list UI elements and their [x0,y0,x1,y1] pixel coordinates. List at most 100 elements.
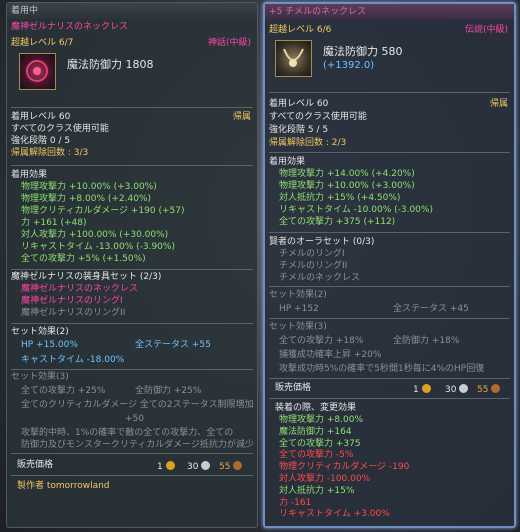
necklace-item-icon[interactable] [19,53,56,90]
price-gold: 1 [157,461,175,472]
set-item: チメルのネックレス [279,273,361,283]
silver-coin-icon [201,461,211,470]
copper-coin-icon [233,461,243,470]
equipped-item-tooltip: 着用中 魔神ゼルナリスのネックレス 超越レベル 6/7 神話(中級) 魔法防御力… [6,2,258,528]
effect-line: 物理攻撃力 +14.00% (+4.20%) [279,169,415,179]
item-name: +5 チメルのネックレス [269,7,367,17]
price-gold: 1 [413,384,431,395]
price-copper: 55 [219,461,243,472]
change-effect-line: リキャストタイム +3.00% [279,509,390,520]
copper-amount: 55 [477,385,489,395]
price-silver: 30 [445,384,469,395]
set-title: 賢者のオーラセット (0/3) [269,237,375,247]
divider [269,92,510,93]
change-effect-line: 全ての攻撃力 -5% [279,450,354,461]
sell-price-label: 販売価格 [275,383,312,393]
set-effect-line: 攻撃的中時、1%の確率で敵の全ての攻撃力、全ての [21,428,234,438]
change-effect-line: 物理攻撃力 +8.00% [279,415,363,425]
divider [11,107,253,108]
change-effects-title: 装着の際、変更効果 [275,403,357,413]
divider [269,318,510,319]
set-effect-2-title: セット効果(2) [11,327,69,337]
enhance-stage: 強化段階 0 / 5 [11,136,71,146]
divider [11,323,253,324]
divider [269,286,510,287]
divider [269,378,510,379]
set-item: 魔神ゼルナリスのネックレス [21,284,139,294]
bound-status: 帰属 [489,99,508,109]
set-effect-line: 防御力及びモンスタークリティカルダメージ抵抗力が減少 [21,440,254,450]
copper-amount: 55 [219,462,231,472]
set-effect-line: +50 [125,414,144,424]
enhance-stage: 強化段階 5 / 5 [269,125,329,135]
divider [269,398,510,399]
item-name: 魔神ゼルナリスのネックレス [11,22,129,32]
unbind-count: 帰属解除回数 : 2/3 [269,138,347,148]
wear-effects-title: 着用効果 [11,170,48,180]
necklace-icon [26,60,48,82]
divider [11,453,253,454]
divider [269,232,510,233]
price-copper: 55 [477,384,501,395]
effect-line: 力 +161 (+48) [21,218,87,228]
wear-level: 着用レベル 60 [269,99,329,109]
set-title: 魔神ゼルナリスの装身具セット (2/3) [11,272,162,282]
divider [11,475,253,476]
divider [11,369,253,370]
wear-effects-title: 着用効果 [269,157,306,167]
set-effect-2-title: セット効果(2) [269,290,327,300]
effect-line: 物理攻撃力 +8.00% (+2.40%) [21,194,152,204]
tooltip-header [7,3,257,19]
effect-line: 物理クリティカルダメージ +190 (+57) [21,206,185,216]
item-grade: 伝説(中級) [464,25,508,35]
set-item: 魔神ゼルナリスのリングI [21,296,123,306]
divider [11,165,253,166]
set-effect-line: HP +15.00% [21,340,78,350]
set-effect-line: 全ステータス +55 [135,340,211,350]
transcend-level: 超越レベル 6/6 [269,25,332,35]
transcend-level: 超越レベル 6/7 [11,38,74,48]
effect-line: 全ての攻撃力 +375 (+112) [279,217,396,227]
unbind-count: 帰属解除回数 : 3/3 [11,148,89,158]
change-effect-line: 対人抵抗力 +15% [279,485,355,496]
set-item: 魔神ゼルナリスのリングII [21,308,126,318]
divider [269,152,510,153]
gold-coin-icon [165,461,175,470]
silver-amount: 30 [445,385,457,395]
set-item: チメルのリングI [279,249,345,259]
set-effect-3-title: セット効果(3) [11,372,69,382]
effect-line: 対人抵抗力 +15% (+4.50%) [279,193,401,203]
set-effect-line: 攻撃成功時5%の確率で5秒間1秒毎に4%のHP回復 [279,364,485,374]
compare-item-tooltip: +5 チメルのネックレス 超越レベル 6/6 伝説(中級) 魔法防御力 580 … [263,2,516,528]
gold-coin-icon [421,384,431,393]
class-restriction: すべてのクラス使用可能 [11,124,109,134]
set-item: チメルのリングII [279,261,348,271]
necklace-icon [283,48,304,67]
copper-coin-icon [491,384,501,393]
bound-status: 帰属 [232,112,251,122]
change-effect-line: 魔法防御力 +164 [279,426,352,437]
set-effect-line: 全ての攻撃力 +18% [279,336,364,346]
effect-line: 物理攻撃力 +10.00% (+3.00%) [279,181,415,191]
set-effect-line: 全てのクリティカルダメージ 全ての2ステータス制限増加 [21,400,254,410]
effect-line: リキャストタイム -13.00% (-3.90%) [21,242,175,252]
effect-line: 物理攻撃力 +10.00% (+3.00%) [21,182,157,192]
class-restriction: すべてのクラス使用可能 [269,112,367,122]
price-silver: 30 [187,461,211,472]
effect-line: 対人攻撃力 +100.00% (+30.00%) [21,230,169,240]
change-effect-line: 対人攻撃力 -100.00% [279,474,371,484]
set-effect-line: 全防御力 +18% [393,336,460,346]
change-effect-line: 力 -161 [279,497,312,508]
silver-coin-icon [459,384,469,393]
sell-price-label: 販売価格 [17,460,54,470]
divider [11,269,253,270]
change-effect-line: 物理クリティカルダメージ -190 [279,462,410,473]
item-grade: 神話(中級) [207,38,251,48]
equipped-label: 着用中 [11,6,39,16]
change-effect-line: 全ての攻撃力 +375 [279,438,361,449]
main-stat: 魔法防御力 1808 [67,58,154,71]
set-effect-line: キャストタイム -18.00% [21,355,125,365]
set-effect-line: 全防御力 +25% [135,386,202,396]
set-effect-3-title: セット効果(3) [269,322,327,332]
necklace-item-icon[interactable] [275,40,312,77]
